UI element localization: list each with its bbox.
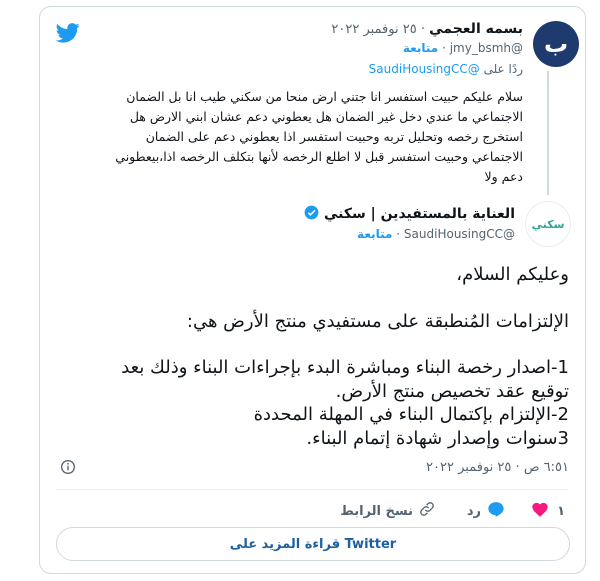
like-count: ١ — [557, 503, 565, 519]
heart-icon — [531, 501, 549, 521]
reply-subheader: @jmy_bsmh · متابعة — [402, 41, 523, 55]
read-more-label: قراءة المزيد على Twitter — [229, 536, 397, 552]
thread-line — [547, 71, 549, 195]
replying-to-handle[interactable]: @SaudiHousingCC — [369, 62, 480, 76]
copy-link-label: نسخ الرابط — [340, 503, 413, 519]
main-author-name[interactable]: العناية بالمستفيدين | سكني — [324, 206, 515, 222]
sakani-logo: سكني — [531, 217, 565, 231]
twitter-logo-icon[interactable] — [55, 23, 80, 47]
reply-icon — [487, 501, 505, 521]
copy-link-action[interactable]: نسخ الرابط — [340, 501, 435, 521]
reply-author-name[interactable]: بسمه العجمي — [429, 21, 523, 37]
avatar-letter: ب — [543, 30, 569, 58]
text-line: الإلتزامات المُنطبقة على مستفيدي منتج ال… — [186, 310, 569, 332]
divider — [56, 489, 569, 490]
main-tweet-text: وعليكم السلام، الإلتزامات المُنطبقة على … — [59, 263, 569, 450]
reply-header: بسمه العجمي · ٢٥ نوفمبر ٢٠٢٢ — [331, 21, 523, 37]
text-line: 3سنوات وإصدار شهادة إتمام البناء. — [306, 427, 569, 449]
reply-author-handle[interactable]: @jmy_bsmh — [450, 41, 523, 55]
follow-link[interactable]: متابعة — [403, 41, 438, 55]
main-author-handle[interactable]: @SaudiHousingCC — [404, 227, 515, 241]
text-line: وعليكم السلام، — [456, 264, 569, 285]
info-icon[interactable] — [60, 459, 76, 479]
reply-date[interactable]: ٢٥ نوفمبر ٢٠٢٢ — [331, 22, 416, 37]
main-header: العناية بالمستفيدين | سكني — [115, 203, 515, 224]
verified-icon — [304, 205, 319, 224]
follow-link[interactable]: متابعة — [357, 227, 392, 241]
link-icon — [419, 501, 435, 521]
sakani-avatar[interactable]: سكني — [525, 201, 571, 247]
main-subheader: @SaudiHousingCC · متابعة — [357, 227, 515, 241]
like-action[interactable]: ١ — [531, 501, 565, 521]
avatar[interactable]: ب — [533, 21, 579, 67]
reply-action[interactable]: رد — [467, 501, 505, 521]
text-line: 1-اصدار رخصة البناء ومباشرة البدء بإجراء… — [121, 357, 569, 378]
tweet-timestamp[interactable]: ٦:٥١ ص · ٢٥ نوفمبر ٢٠٢٢ — [269, 460, 569, 475]
text-line: توقيع عقد تخصيص منتج الأرض. — [335, 380, 569, 402]
replying-to: ردًا على @SaudiHousingCC — [368, 62, 523, 76]
reply-text: سلام عليكم حبيت استفسر انا جتني ارض منحا… — [115, 89, 523, 184]
read-more-button[interactable]: قراءة المزيد على Twitter — [56, 527, 570, 561]
reply-label: رد — [466, 503, 481, 519]
tweet-embed-card: ب بسمه العجمي · ٢٥ نوفمبر ٢٠٢٢ @jmy_bsmh… — [39, 6, 586, 574]
text-line: 2-الإلتزام بإكتمال البناء في المهلة المح… — [253, 404, 569, 425]
